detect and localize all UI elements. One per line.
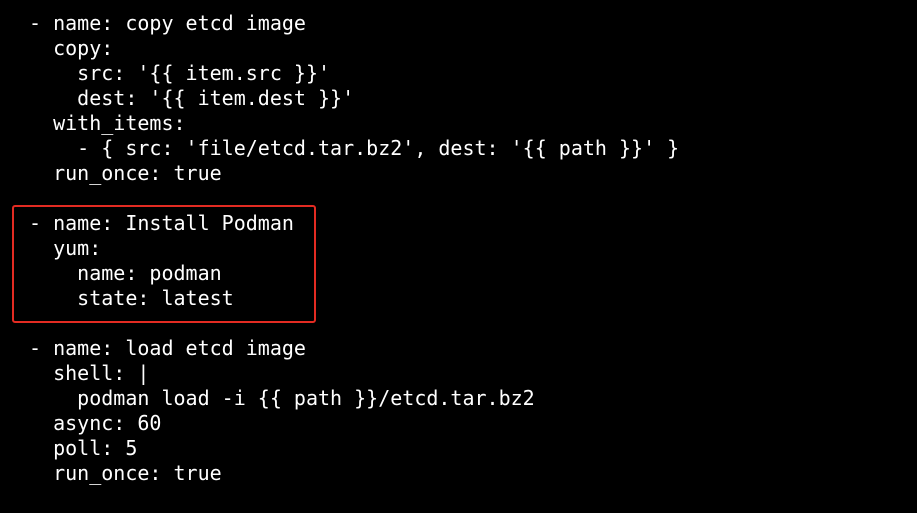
- highlight-box: [12, 205, 316, 323]
- code-line: src: '{{ item.src }}': [29, 61, 331, 85]
- code-line: - { src: 'file/etcd.tar.bz2', dest: '{{ …: [29, 136, 680, 160]
- code-line: poll: 5: [29, 436, 138, 460]
- code-line: podman load -i {{ path }}/etcd.tar.bz2: [29, 386, 535, 410]
- code-line: async: 60: [29, 411, 162, 435]
- code-line: run_once: true: [29, 461, 222, 485]
- code-line: dest: '{{ item.dest }}': [29, 86, 355, 110]
- code-editor: - name: copy etcd image copy: src: '{{ i…: [0, 0, 917, 513]
- code-line: run_once: true: [29, 161, 222, 185]
- code-line: - name: load etcd image: [29, 336, 306, 360]
- code-line: - name: copy etcd image: [29, 11, 306, 35]
- code-line: with_items:: [29, 111, 186, 135]
- code-line: shell: |: [29, 361, 150, 385]
- code-line: copy:: [29, 36, 114, 60]
